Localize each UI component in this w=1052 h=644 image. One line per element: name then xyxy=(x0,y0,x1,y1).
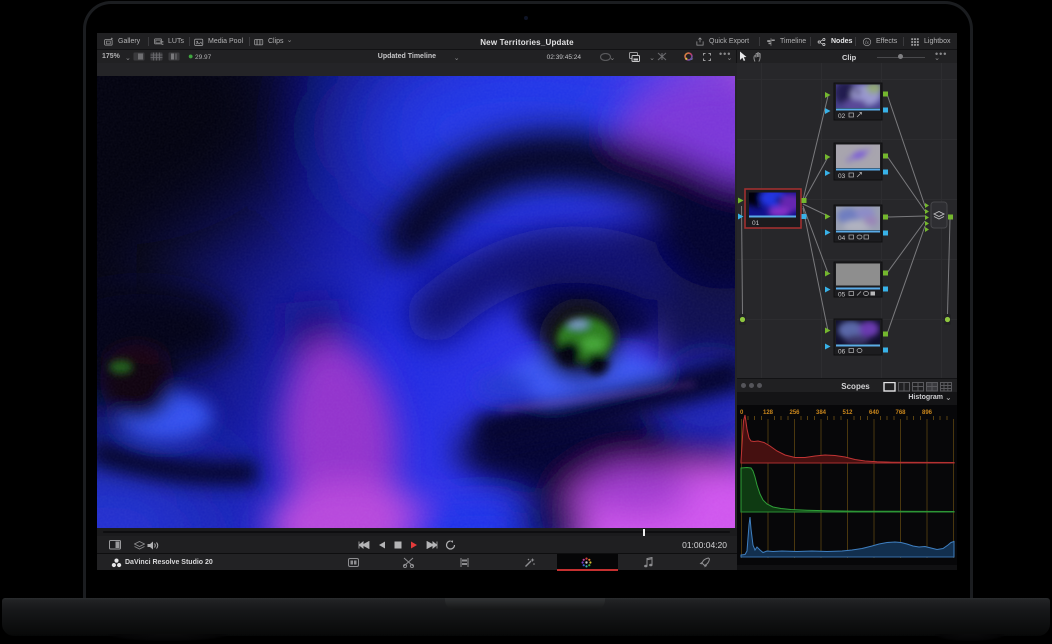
svg-text:03: 03 xyxy=(838,173,846,180)
svg-text:01: 01 xyxy=(752,220,760,227)
svg-text:fx: fx xyxy=(865,39,869,44)
svg-text:384: 384 xyxy=(816,410,827,416)
svg-text:06: 06 xyxy=(838,349,846,356)
svg-text:896: 896 xyxy=(922,410,933,416)
svg-text:128: 128 xyxy=(763,410,774,416)
svg-text:256: 256 xyxy=(789,410,800,416)
svg-text:640: 640 xyxy=(869,410,880,416)
svg-text:768: 768 xyxy=(895,410,906,416)
svg-text:02: 02 xyxy=(838,113,846,120)
svg-text:512: 512 xyxy=(842,410,853,416)
svg-text:05: 05 xyxy=(838,292,846,299)
svg-text:04: 04 xyxy=(838,235,846,242)
